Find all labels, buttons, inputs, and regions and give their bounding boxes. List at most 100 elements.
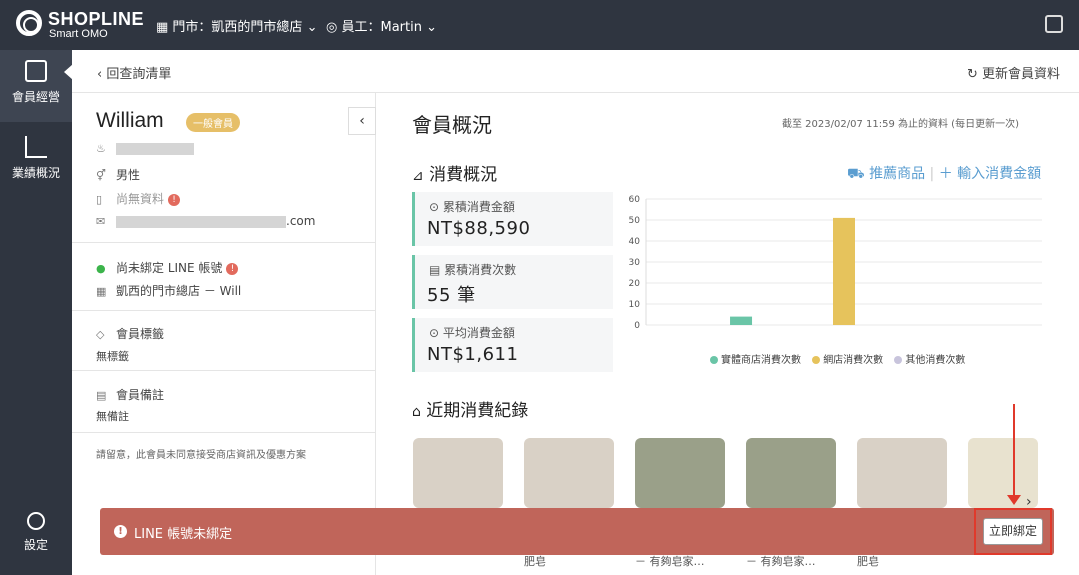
stat-label-text: 累積消費次數 <box>444 263 517 277</box>
line-unbound-banner: ! LINE 帳號未綁定 <box>100 508 1054 555</box>
product-card[interactable] <box>635 438 725 508</box>
chart-icon <box>25 136 47 158</box>
store-row: ▦ 凱西的門市總店 － Will <box>96 282 241 299</box>
email-row: ✉ .com <box>96 214 315 228</box>
line-status: 尚未綁定 LINE 帳號 <box>116 261 223 275</box>
refresh-icon: ↻ <box>967 67 978 82</box>
member-tier-badge: 一般會員 <box>186 113 240 132</box>
phone-row: ▯ 尚無資料! <box>96 190 181 207</box>
y-tick-label: 40 <box>629 237 641 247</box>
divider <box>72 310 376 311</box>
refresh-label: 更新會員資料 <box>982 67 1061 82</box>
back-link[interactable]: ‹ 回查詢清單 <box>97 63 171 82</box>
redacted-email <box>116 215 286 228</box>
refresh-button[interactable]: ↻ 更新會員資料 <box>967 63 1060 82</box>
divider <box>72 432 376 433</box>
chart-legend: 實體商店消費次數 網店消費次數 其他消費次數 <box>702 351 965 366</box>
link-divider: | <box>929 166 939 182</box>
sidebar: 會員經營 業績概況 設定 <box>0 50 73 575</box>
sidebar-item-label: 設定 <box>23 538 48 552</box>
notes-title-row: ▤ 會員備註 <box>96 386 164 403</box>
back-label: 回查詢清單 <box>106 67 172 82</box>
legend-dot <box>894 356 903 364</box>
y-tick-label: 20 <box>629 279 641 289</box>
product-caption: 肥皂 <box>524 555 546 568</box>
line-icon: ● <box>96 262 106 275</box>
brand-name: SHOPLINE <box>48 9 145 29</box>
tags-title: 會員標籤 <box>116 327 165 341</box>
bar-2 <box>833 217 855 325</box>
email-suffix: .com <box>286 214 316 228</box>
staff-selector[interactable]: ◎ 員工：Martin ⌄ <box>326 16 437 35</box>
recommend-link[interactable]: ⛟ 推薦商品 <box>847 166 925 182</box>
birthday-row: ♨ <box>96 141 194 155</box>
gender-value: 男性 <box>116 168 141 182</box>
phone-value: 尚無資料 <box>116 192 165 206</box>
gender-row: ⚥ 男性 <box>96 166 140 183</box>
cart-icon: ⛟ <box>847 166 865 182</box>
product-card[interactable] <box>524 438 614 508</box>
product-card[interactable] <box>746 438 836 508</box>
store-label: 門市：凱西的門市總店 <box>172 20 303 35</box>
annotation-arrow <box>1013 404 1015 496</box>
tag-icon: ◇ <box>96 328 105 341</box>
stat-value: NT$1,611 <box>427 344 519 365</box>
product-card[interactable] <box>413 438 503 508</box>
consent-notice: 請留意，此會員未同意接受商店資訊及優惠方案 <box>96 450 306 461</box>
recommend-label: 推薦商品 <box>869 166 926 182</box>
y-tick-label: 50 <box>629 216 641 226</box>
sidebar-item-label: 業績概況 <box>11 166 60 180</box>
notes-title: 會員備註 <box>116 388 165 402</box>
tags-value: 無標籤 <box>96 350 129 363</box>
chevron-left-icon: ‹ <box>97 67 103 82</box>
stat-label: ▤ 累積消費次數 <box>429 263 517 277</box>
consumption-heading: ⊿ 消費概況 <box>412 160 497 185</box>
stat-card-average-amount: ⊙ 平均消費金額 NT$1,611 <box>412 318 613 372</box>
gender-icon: ⚥ <box>96 169 106 182</box>
sidebar-item-member[interactable]: 會員經營 <box>0 50 73 122</box>
consumption-bar-chart: 0 10 20 30 40 50 60 <box>629 195 1042 331</box>
member-profile-panel: William 一般會員 ‹ ♨ ⚥ 男性 ▯ 尚無資料! ✉ .com ● 尚未綁定 … <box>72 93 376 575</box>
qr-scan-icon[interactable] <box>1045 15 1063 33</box>
divider <box>72 370 376 371</box>
legend-item: 其他消費次數 <box>905 355 966 366</box>
brand-sub: Smart OMO <box>49 28 108 40</box>
notes-value: 無備註 <box>96 410 129 423</box>
stat-card-total-count: ▤ 累積消費次數 55 筆 <box>412 255 613 309</box>
stat-value: 55 筆 <box>427 285 476 306</box>
stat-value: NT$88,590 <box>427 218 531 239</box>
member-store: 凱西的門市總店 － Will <box>116 284 242 298</box>
data-timestamp: 截至 2023/02/07 11:59 為止的資料 (每日更新一次) <box>782 119 1019 130</box>
line-status-row: ● 尚未綁定 LINE 帳號! <box>96 259 239 276</box>
annotation-arrow-head <box>1007 495 1021 505</box>
banner-message: LINE 帳號未綁定 <box>134 527 233 542</box>
consumption-title: 消費概況 <box>429 165 498 185</box>
collapse-panel-button[interactable]: ‹ <box>348 107 376 135</box>
recent-title: 近期消費紀錄 <box>426 401 529 421</box>
redacted-birthday <box>116 142 194 155</box>
warning-icon: ! <box>168 193 181 206</box>
legend-dot <box>812 356 821 364</box>
stat-label-text: 累積消費金額 <box>442 200 515 214</box>
cake-icon: ♨ <box>96 142 106 155</box>
store-selector[interactable]: ▦ 門市：凱西的門市總店 ⌄ <box>156 16 317 35</box>
bind-now-button[interactable]: 立即綁定 <box>983 518 1043 545</box>
recent-heading: ⌂ 近期消費紀錄 <box>412 396 528 421</box>
stat-label: ⊙ 累積消費金額 <box>429 200 515 214</box>
chevron-down-icon: ⌄ <box>426 20 438 35</box>
sidebar-item-performance[interactable]: 業績概況 <box>0 126 72 198</box>
chart-icon: ⊿ <box>412 168 424 184</box>
product-card[interactable] <box>857 438 947 508</box>
member-card-icon <box>25 60 47 82</box>
member-name: William <box>96 109 164 132</box>
sidebar-item-settings[interactable]: 設定 <box>0 502 72 574</box>
phone-icon: ▯ <box>96 193 103 206</box>
legend-dot <box>710 356 718 364</box>
product-caption: － 有夠皂家… <box>635 555 705 568</box>
warning-icon: ! <box>226 262 239 275</box>
stat-label-text: 平均消費金額 <box>442 326 515 340</box>
legend-item: 實體商店消費次數 <box>721 355 801 366</box>
input-amount-link[interactable]: ＋ 輸入消費金額 <box>939 166 1041 182</box>
y-tick-label: 10 <box>629 300 641 310</box>
stat-card-total-amount: ⊙ 累積消費金額 NT$88,590 <box>412 192 613 246</box>
